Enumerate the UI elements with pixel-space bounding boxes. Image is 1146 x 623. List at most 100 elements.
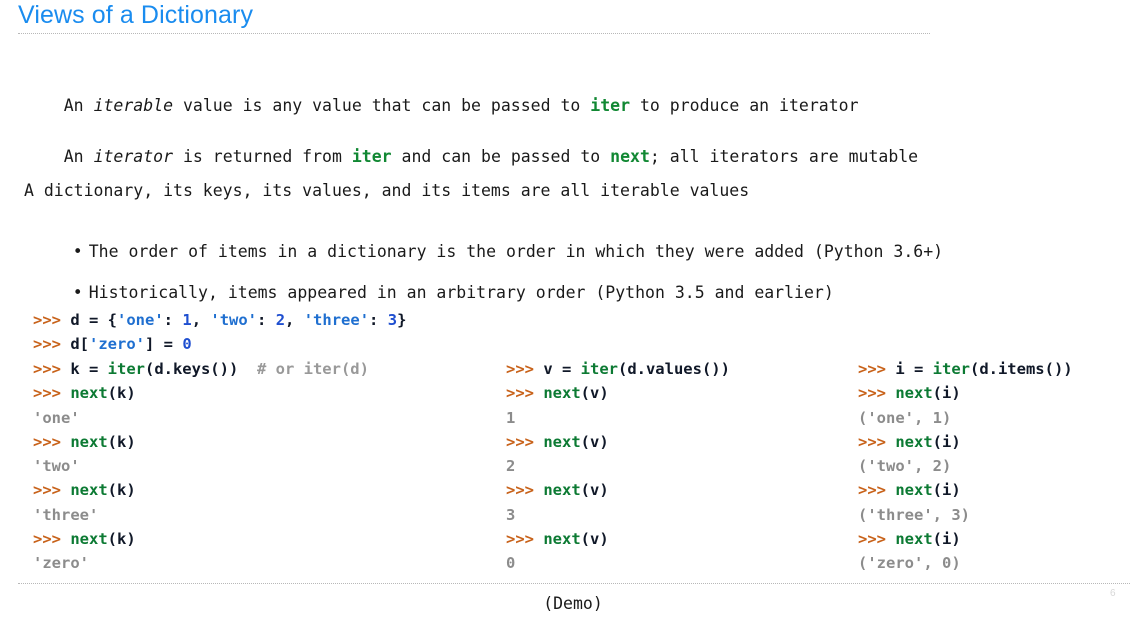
code-line: >>> next(i) [858,430,1073,454]
code-token: (k) [107,384,136,403]
code-token: , [191,311,211,329]
code-token: >>> [506,384,544,403]
code-token: 1 [182,311,192,329]
code-token: ] = [145,335,183,354]
code-token: 2 [275,311,286,329]
code-token: >>> [33,335,71,354]
code-token: ('two', 2) [858,457,952,476]
code-token: next [70,530,108,549]
header-divider [18,33,930,34]
code-line: >>> k = iter(d.keys()) # or iter(d) [33,357,369,381]
code-token: k = [70,360,108,378]
code-token: iter [107,360,145,378]
paragraph-2-seg-5: and can be passed to [391,146,611,166]
code-token: >>> [506,432,544,451]
paragraph-iterable-definition: An iterable value is any value that can … [24,81,859,131]
page-number: 6 [1110,588,1116,599]
code-line: >>> next(i) [858,527,1073,551]
code-line: >>> next(v) [506,381,730,405]
footer-divider [18,583,1130,584]
code-line: >>> next(k) [33,430,369,454]
code-token: # or iter(d) [238,360,369,378]
code-token: 'two' [210,311,258,329]
paragraph-1-italic-iterable: iterable [93,95,174,115]
code-token: i = [895,360,933,378]
paragraph-iterator-definition: An iterator is returned from iter and ca… [24,132,918,182]
paragraph-1-keyword-iter: iter [590,95,631,115]
paragraph-2-keyword-next: next [610,146,650,166]
code-token: 1 [506,408,516,427]
code-token: >>> [33,384,71,403]
code-token: >>> [858,481,896,500]
code-line: >>> next(v) [506,527,730,551]
paragraph-dictionary-views: A dictionary, its keys, its values, and … [24,181,750,200]
code-line: >>> next(i) [858,381,1073,405]
code-line: 'two' [33,454,369,478]
code-token: d = { [70,311,117,329]
code-token: , [285,311,304,329]
code-token: iter [580,360,618,378]
code-token: next [70,432,108,451]
code-token: (k) [107,432,136,451]
code-token: v = [543,360,581,378]
code-token: (k) [107,481,136,500]
code-token: 'zero' [89,335,145,354]
code-token: ('three', 3) [858,505,970,524]
code-token: 'three' [303,311,370,329]
code-line: ('two', 2) [858,454,1073,478]
code-line: >>> d['zero'] = 0 [33,332,406,356]
code-token: : [163,311,183,329]
code-token: >>> [858,360,896,378]
code-line: 3 [506,503,730,527]
code-header-lines: >>> d = {'one': 1, 'two': 2, 'three': 3}… [33,308,406,357]
code-line: 0 [506,551,730,575]
code-token: (i) [932,432,961,451]
code-token: next [895,432,933,451]
code-token: >>> [506,360,544,378]
code-line: ('zero', 0) [858,551,1073,575]
code-column-items: >>> i = iter(d.items()) >>> next(i) ('one'… [858,357,1073,576]
bullet-marker-icon: • [72,241,83,261]
code-token: (d.keys()) [144,360,239,378]
code-token: (v) [580,432,609,451]
code-column-values: >>> v = iter(d.values()) >>> next(v) 1 >>> … [506,357,730,576]
code-token: (i) [932,481,961,500]
code-line: >>> d = {'one': 1, 'two': 2, 'three': 3} [33,308,406,332]
code-token: 'zero' [33,554,89,573]
code-token: >>> [858,530,896,549]
code-token: 'two' [33,457,80,476]
code-line: >>> next(i) [858,478,1073,502]
code-token: (i) [932,384,961,403]
code-line: ('three', 3) [858,503,1073,527]
code-token: } [397,311,407,329]
code-token: 3 [506,505,516,524]
code-token: (v) [580,384,609,403]
code-token: next [543,481,581,500]
code-column-keys: >>> k = iter(d.keys()) # or iter(d) >>> n… [33,357,369,576]
paragraph-2-seg-3: is returned from [173,146,352,166]
code-token: 3 [387,311,398,329]
code-token: d[ [70,335,89,354]
code-token: >>> [33,530,71,549]
page-title: Views of a Dictionary [18,1,254,29]
code-token: (v) [580,481,609,500]
code-token: (k) [107,530,136,549]
code-token: >>> [33,360,71,378]
code-token: : [257,311,276,329]
code-token: next [895,384,933,403]
code-line: >>> next(k) [33,478,369,502]
code-token: 2 [506,457,516,476]
code-token: >>> [33,432,71,451]
code-line: >>> next(v) [506,430,730,454]
paragraph-2-seg-7: ; all iterators are mutable [649,146,919,166]
paragraph-1-seg-5: to produce an iterator [630,95,859,115]
code-token: >>> [858,384,896,403]
paragraph-1-seg-1: An [63,95,94,115]
code-line: 'one' [33,406,369,430]
bullet-marker-icon: • [72,282,83,302]
code-line: >>> next(v) [506,478,730,502]
code-token: iter [932,360,970,378]
footer-caption: (Demo) [543,594,603,613]
code-line: 'three' [33,503,369,527]
code-token: next [895,530,933,549]
